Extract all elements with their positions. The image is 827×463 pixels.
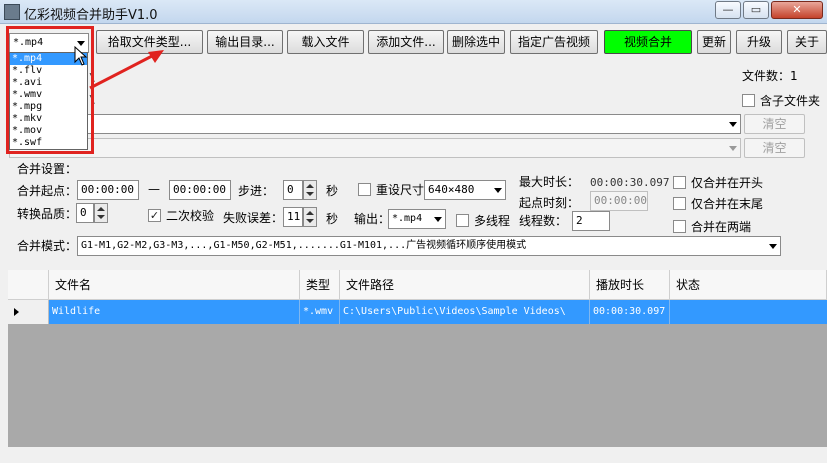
annotation-arrow: [89, 50, 164, 90]
mouse-cursor-icon: [74, 46, 88, 66]
